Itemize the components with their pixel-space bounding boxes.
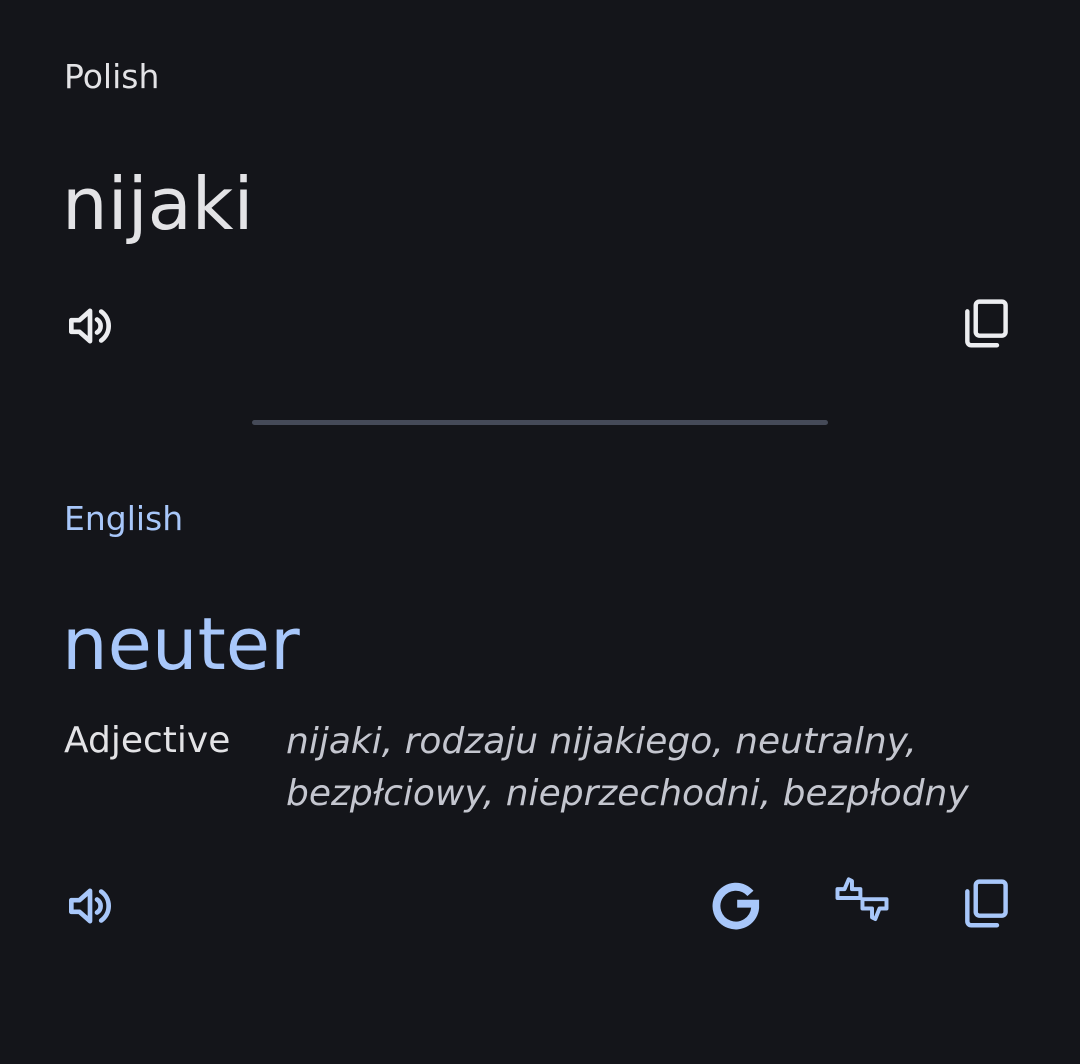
translation-listen-button[interactable] bbox=[62, 878, 118, 934]
source-text[interactable]: nijaki bbox=[62, 158, 253, 250]
alternative-translations: nijaki, rodzaju nijakiego, neutralny, be… bbox=[286, 716, 1026, 820]
translation-copy-button[interactable] bbox=[958, 876, 1014, 932]
copy-icon bbox=[965, 299, 1008, 348]
volume-up-icon bbox=[69, 308, 111, 344]
target-language-label: English bbox=[64, 499, 184, 538]
google-search-button[interactable] bbox=[708, 878, 764, 934]
thumbs-up-down-icon bbox=[835, 877, 889, 922]
alternatives-line: bezpłciowy, nieprzechodni, bezpłodny bbox=[286, 773, 969, 814]
rate-translation-button[interactable] bbox=[834, 874, 890, 930]
source-language-label: Polish bbox=[64, 57, 160, 96]
part-of-speech-label: Adjective bbox=[64, 720, 231, 761]
section-divider bbox=[252, 420, 828, 425]
copy-icon bbox=[965, 879, 1008, 928]
source-listen-button[interactable] bbox=[62, 298, 118, 354]
google-g-icon bbox=[712, 882, 760, 930]
source-copy-button[interactable] bbox=[958, 296, 1014, 352]
translated-text[interactable]: neuter bbox=[62, 598, 300, 690]
volume-up-icon bbox=[69, 888, 111, 924]
alternatives-line: nijaki, rodzaju nijakiego, neutralny, bbox=[286, 721, 917, 762]
